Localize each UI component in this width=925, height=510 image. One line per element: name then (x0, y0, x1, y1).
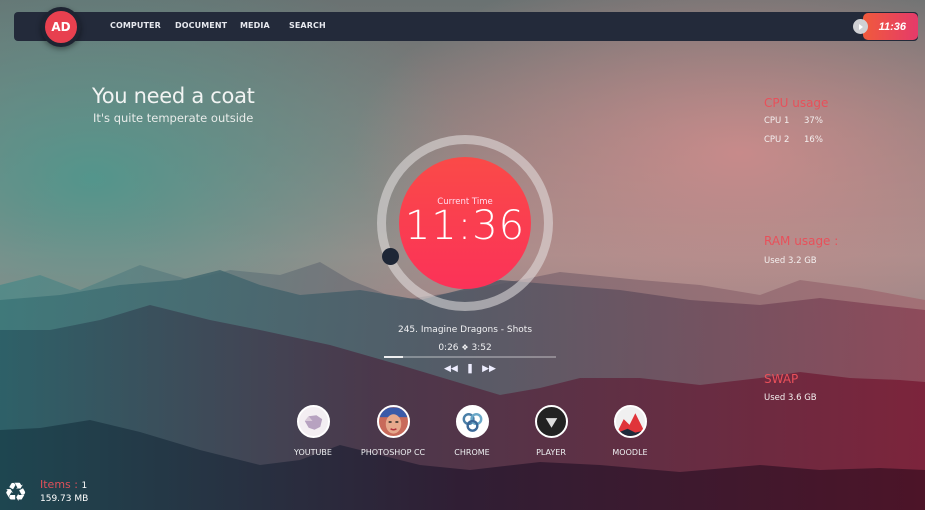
cpu-usage-heading: CPU usage (764, 96, 829, 110)
recycle-bin-icon[interactable]: ♻ (4, 479, 27, 505)
pause-icon[interactable]: ❚ (466, 363, 474, 374)
nav-item-media[interactable]: MEDIA (240, 21, 270, 30)
cpu1-value: 37% (804, 116, 823, 126)
app-chrome[interactable]: CHROME (437, 405, 507, 457)
app-photoshop-cc[interactable]: PHOTOSHOP CC (358, 405, 428, 457)
app-moodle[interactable]: MOODLE (595, 405, 665, 457)
swap-heading: SWAP (764, 372, 799, 386)
nav-item-document[interactable]: DOCUMENT (175, 21, 227, 30)
chart-icon (613, 405, 647, 438)
bear-icon (296, 405, 330, 438)
clock-face: Current Time 11:36 (399, 157, 531, 289)
track-times: 0:26 ❖ 3:52 (370, 343, 560, 353)
rings-icon (455, 405, 489, 438)
logo-button[interactable]: AD (41, 7, 81, 47)
weather-title: You need a coat (92, 84, 255, 108)
app-label: YOUTUBE (294, 448, 332, 457)
cpu1-label: CPU 1 (764, 116, 790, 126)
nav-clock: 11:36 (863, 13, 918, 40)
nav-item-search[interactable]: SEARCH (289, 21, 326, 30)
cpu2-value: 16% (804, 135, 823, 145)
player-controls: ◀◀ ❚ ▶▶ (444, 363, 496, 374)
items-count: 1 (81, 481, 88, 491)
app-label: MOODLE (612, 448, 648, 457)
forward-icon[interactable]: ▶▶ (482, 363, 496, 374)
app-label: PHOTOSHOP CC (360, 448, 426, 457)
ram-usage-value: Used 3.2 GB (764, 256, 817, 266)
rewind-icon[interactable]: ◀◀ (444, 363, 458, 374)
swap-value: Used 3.6 GB (764, 393, 817, 403)
nav-item-computer[interactable]: COMPUTER (110, 21, 161, 30)
recycle-bin-items: Items : 1 (40, 478, 87, 491)
app-label: CHROME (454, 448, 490, 457)
app-player[interactable]: PLAYER (516, 405, 586, 457)
app-label: PLAYER (536, 448, 566, 457)
separator-icon: ❖ (461, 343, 469, 352)
play-icon[interactable] (853, 19, 868, 34)
weather-subtitle: It's quite temperate outside (93, 111, 254, 125)
clock-time: 11:36 (404, 203, 526, 249)
ram-usage-heading: RAM usage : (764, 234, 839, 248)
portrait-icon (376, 405, 410, 438)
duration-time: 3:52 (471, 343, 492, 353)
track-progress-fill (384, 356, 403, 358)
clock-knob-handle[interactable] (382, 248, 399, 265)
cpu2-label: CPU 2 (764, 135, 790, 145)
track-progress-bar[interactable] (384, 356, 556, 358)
down-triangle-icon (534, 405, 568, 438)
track-title: 245. Imagine Dragons - Shots (397, 325, 533, 335)
elapsed-time: 0:26 (438, 343, 459, 353)
recycle-bin-size: 159.73 MB (40, 494, 89, 504)
nav-clock-time: 11:36 (878, 20, 906, 33)
app-youtube[interactable]: YOUTUBE (278, 405, 348, 457)
items-label: Items : (40, 478, 78, 491)
